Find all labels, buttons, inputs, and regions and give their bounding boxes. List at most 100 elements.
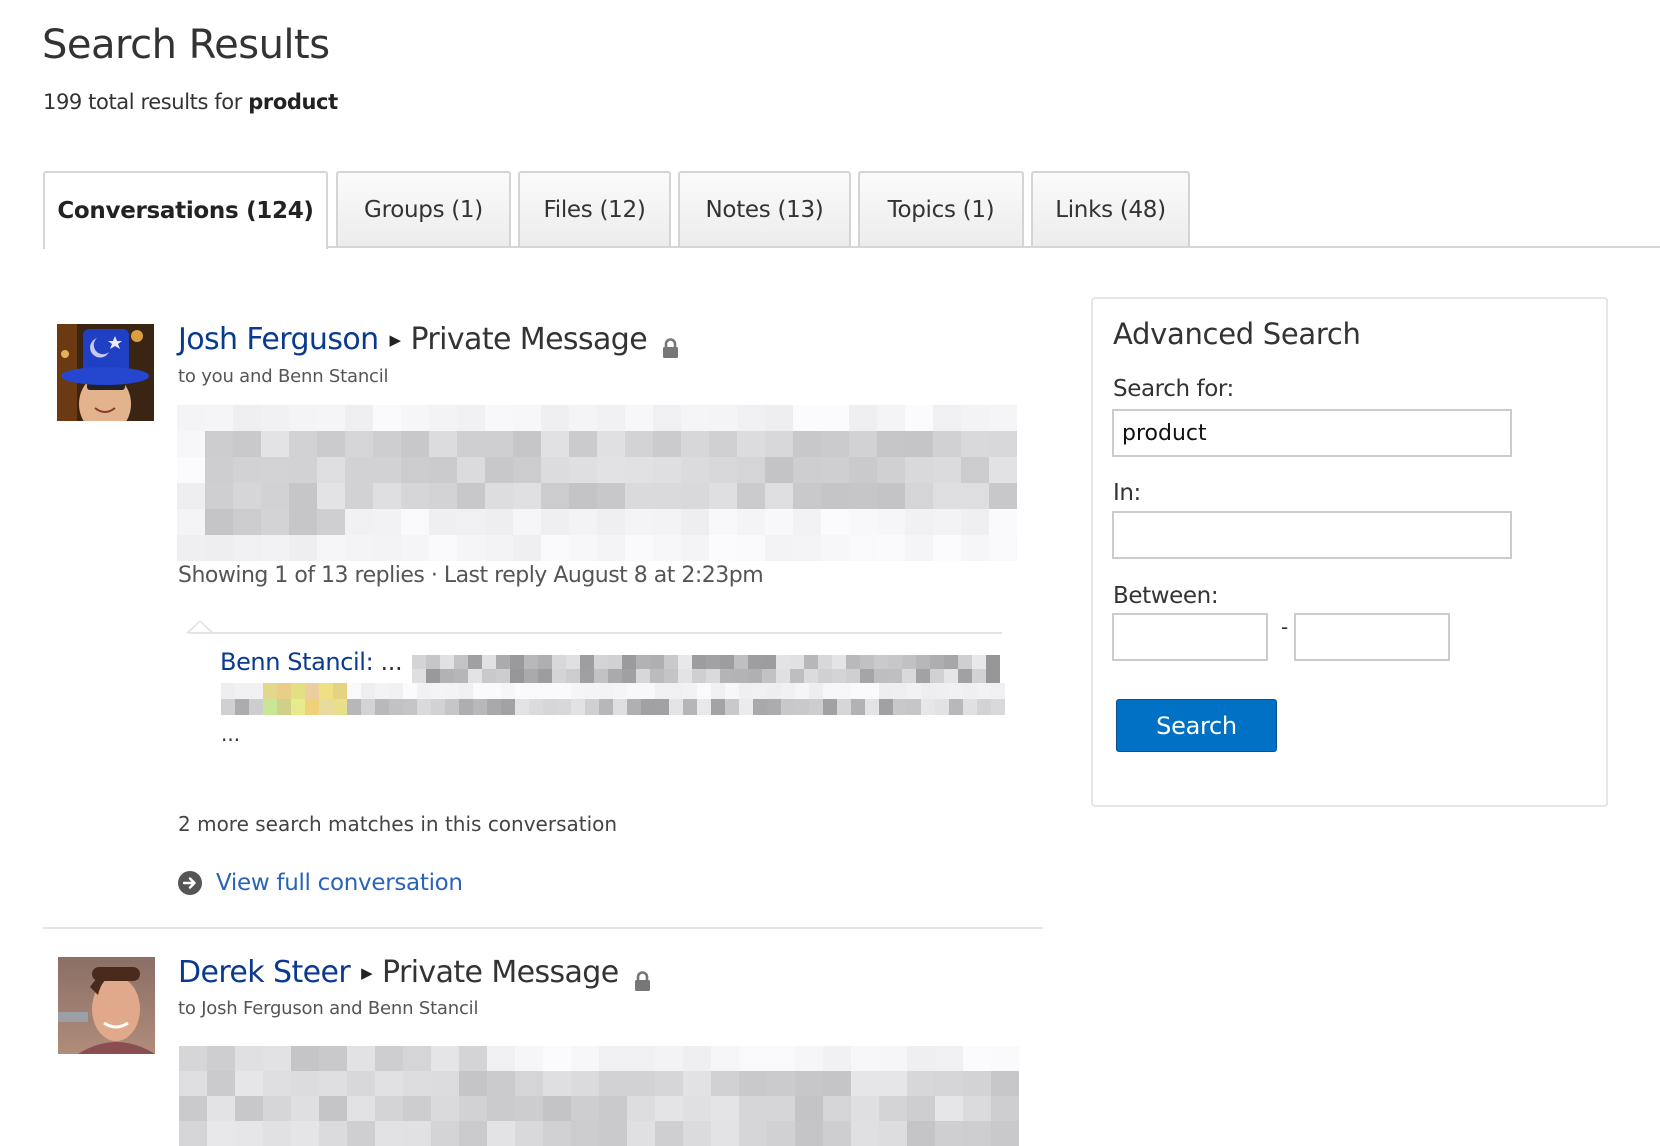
avatar-derek-steer[interactable]	[58, 957, 155, 1054]
tab-topics[interactable]: Topics (1)	[858, 171, 1024, 246]
blur-pixel	[793, 535, 821, 561]
blur-pixel	[963, 1071, 991, 1096]
blur-pixel	[737, 483, 765, 509]
blur-pixel	[692, 655, 706, 669]
blur-pixel	[793, 483, 821, 509]
blur-pixel	[790, 669, 804, 683]
blur-pixel	[429, 405, 457, 431]
blur-pixel	[317, 457, 345, 483]
blur-pixel	[627, 1071, 655, 1096]
blur-pixel	[972, 669, 986, 683]
blur-pixel	[860, 655, 874, 669]
reply-author-link[interactable]: Benn Stancil:	[220, 648, 374, 676]
blur-pixel	[263, 1046, 291, 1071]
blur-pixel	[823, 683, 837, 699]
blur-pixel	[653, 405, 681, 431]
blur-pixel	[683, 683, 697, 699]
blur-pixel	[529, 683, 543, 699]
blur-pixel	[681, 483, 709, 509]
blur-pixel	[345, 535, 373, 561]
between-start-input[interactable]	[1112, 613, 1268, 661]
blur-pixel	[709, 457, 737, 483]
blur-pixel	[961, 509, 989, 535]
blur-pixel	[485, 535, 513, 561]
blur-pixel	[991, 1071, 1019, 1096]
blur-pixel	[571, 683, 585, 699]
blur-pixel	[599, 1046, 627, 1071]
blur-pixel	[762, 655, 776, 669]
blur-pixel	[832, 669, 846, 683]
blur-pixel	[569, 483, 597, 509]
blur-pixel	[991, 1096, 1019, 1121]
blur-pixel	[748, 669, 762, 683]
blur-pixel	[669, 699, 683, 715]
blur-pixel	[681, 431, 709, 457]
blur-pixel	[249, 699, 263, 715]
blur-pixel	[375, 1071, 403, 1096]
tab-files[interactable]: Files (12)	[518, 171, 671, 246]
in-input[interactable]	[1112, 511, 1512, 559]
between-end-input[interactable]	[1294, 613, 1450, 661]
search-for-input[interactable]	[1112, 409, 1512, 457]
blur-pixel	[837, 683, 851, 699]
blur-pixel	[711, 1046, 739, 1071]
blur-pixel	[541, 457, 569, 483]
blur-pixel	[333, 699, 347, 715]
blur-pixel	[627, 1096, 655, 1121]
blur-pixel	[905, 509, 933, 535]
author-link[interactable]: Josh Ferguson	[178, 322, 379, 357]
tab-conversations[interactable]: Conversations (124)	[43, 171, 328, 249]
blur-pixel	[345, 405, 373, 431]
blur-pixel	[888, 655, 902, 669]
blur-pixel	[851, 699, 865, 715]
blur-pixel	[289, 431, 317, 457]
blur-pixel	[837, 699, 851, 715]
blur-pixel	[557, 683, 571, 699]
tab-links[interactable]: Links (48)	[1031, 171, 1190, 246]
blur-pixel	[748, 655, 762, 669]
blur-pixel	[375, 699, 389, 715]
blur-pixel	[907, 683, 921, 699]
reply-leading-ellipsis: ...	[380, 648, 403, 676]
blur-pixel	[991, 1046, 1019, 1071]
lock-icon	[634, 964, 651, 991]
view-full-conversation-label[interactable]: View full conversation	[216, 870, 463, 896]
blur-pixel	[821, 457, 849, 483]
blur-pixel	[291, 699, 305, 715]
search-button[interactable]: Search	[1116, 699, 1277, 752]
blur-pixel	[851, 1046, 879, 1071]
avatar-josh-ferguson[interactable]	[57, 324, 154, 421]
blur-pixel	[347, 1071, 375, 1096]
blur-pixel	[832, 655, 846, 669]
blur-pixel	[457, 483, 485, 509]
blur-pixel	[636, 669, 650, 683]
blur-pixel	[989, 509, 1017, 535]
search-query: product	[248, 90, 338, 114]
blur-pixel	[865, 683, 879, 699]
blur-pixel	[375, 1096, 403, 1121]
blur-pixel	[818, 669, 832, 683]
blur-pixel	[510, 655, 524, 669]
author-link[interactable]: Derek Steer	[178, 955, 351, 990]
blur-pixel	[961, 457, 989, 483]
reply-author: Benn Stancil: ...	[220, 648, 403, 676]
blur-pixel	[347, 683, 361, 699]
search-for-label: Search for:	[1113, 376, 1234, 402]
blur-pixel	[961, 431, 989, 457]
tab-groups[interactable]: Groups (1)	[336, 171, 511, 246]
blur-pixel	[541, 483, 569, 509]
blur-pixel	[482, 655, 496, 669]
blur-pixel	[179, 1071, 207, 1096]
blur-pixel	[905, 431, 933, 457]
blur-pixel	[403, 1096, 431, 1121]
blur-pixel	[233, 431, 261, 457]
blur-pixel	[485, 483, 513, 509]
blur-pixel	[935, 683, 949, 699]
blur-pixel	[933, 457, 961, 483]
blur-pixel	[317, 509, 345, 535]
result-header: Derek Steer ▶ Private Message	[178, 955, 651, 991]
blur-pixel	[790, 655, 804, 669]
blur-pixel	[711, 1071, 739, 1096]
view-full-conversation-link[interactable]: View full conversation	[178, 870, 463, 896]
tab-notes[interactable]: Notes (13)	[678, 171, 851, 246]
